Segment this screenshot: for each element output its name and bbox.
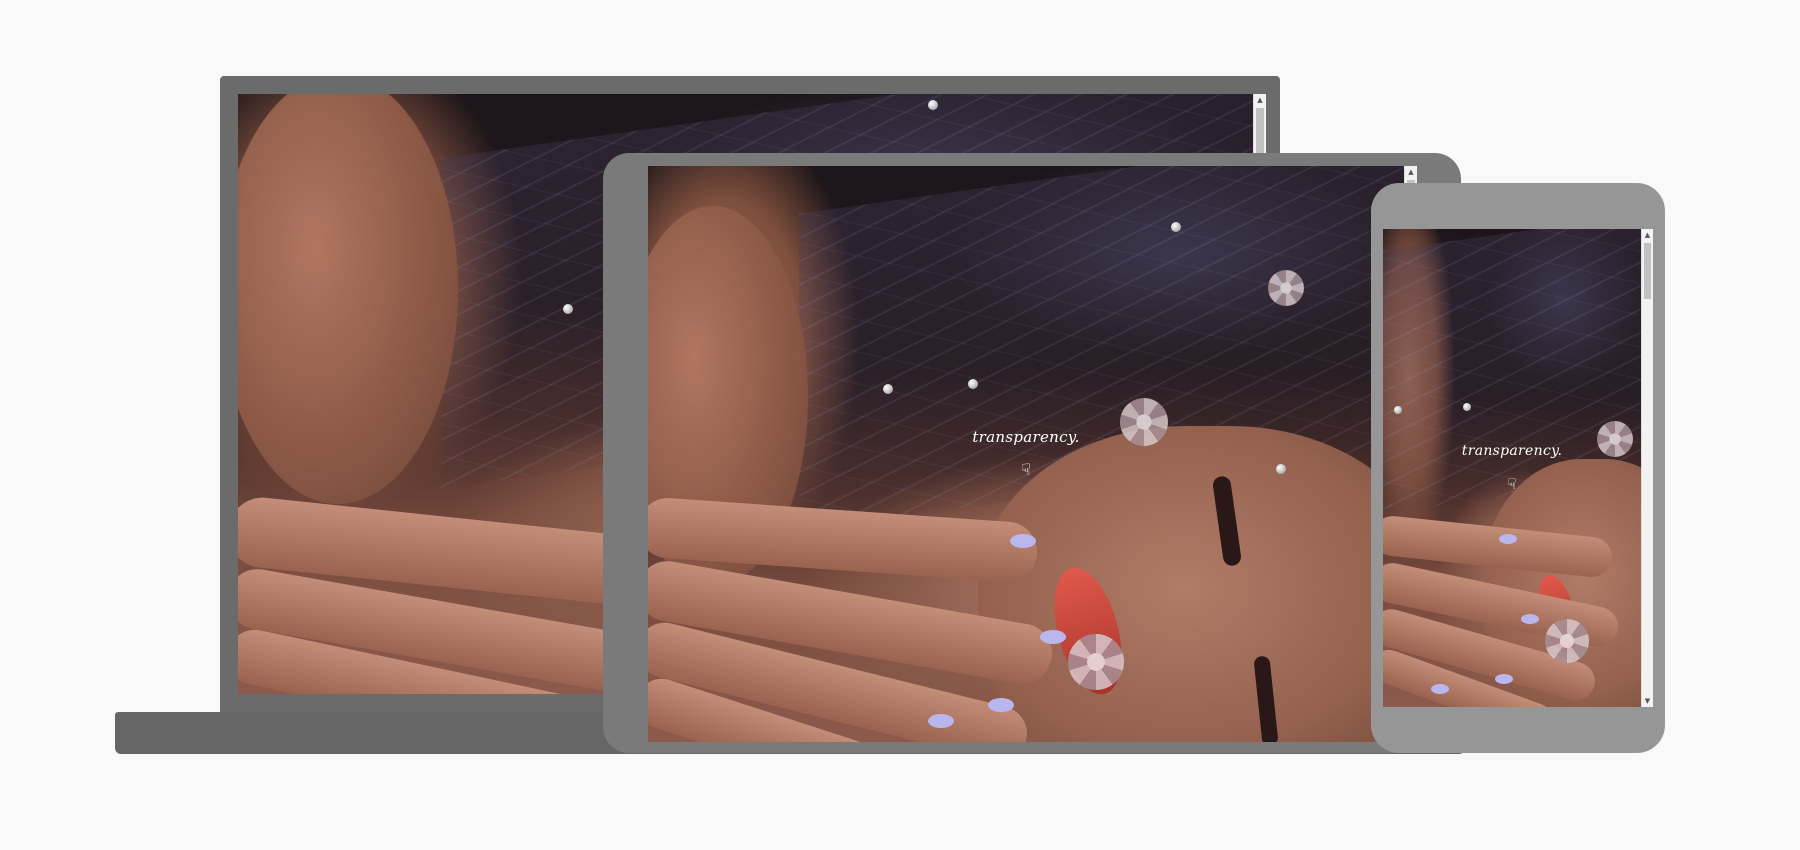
- fingernail: [1521, 614, 1539, 624]
- veil-flower: [1268, 270, 1304, 306]
- phone-screen-hero-image: transparency. ☟: [1383, 229, 1641, 707]
- phone-scrollbar[interactable]: ▲ ▼: [1641, 229, 1653, 707]
- fingernail: [1495, 674, 1513, 684]
- flower-ring: [1545, 619, 1589, 663]
- pearl: [1171, 222, 1181, 232]
- pearl: [928, 100, 938, 110]
- face: [978, 426, 1404, 742]
- pearl: [563, 304, 573, 314]
- pearl: [968, 379, 978, 389]
- fingernail: [1010, 534, 1036, 548]
- scroll-up-arrow[interactable]: ▲: [1642, 229, 1653, 241]
- shoulder: [238, 94, 458, 504]
- fingernail: [1040, 630, 1066, 644]
- tablet-screen-hero-image: transparency. ☟: [648, 166, 1404, 742]
- hand-pointing-down-icon[interactable]: ☟: [1500, 475, 1524, 493]
- site-tagline[interactable]: transparency.: [648, 428, 1404, 446]
- fingernail: [988, 698, 1014, 712]
- scroll-up-arrow[interactable]: ▲: [1254, 94, 1266, 106]
- flower-ring: [1068, 634, 1124, 690]
- pearl: [1394, 406, 1402, 414]
- pearl: [1276, 464, 1286, 474]
- fingernail: [928, 714, 954, 728]
- site-tagline[interactable]: transparency.: [1383, 443, 1641, 459]
- pearl: [1463, 403, 1471, 411]
- hand-pointing-down-icon[interactable]: ☟: [1014, 460, 1038, 479]
- fingernail: [1499, 534, 1517, 544]
- scroll-up-arrow[interactable]: ▲: [1405, 166, 1417, 178]
- scroll-down-arrow[interactable]: ▼: [1642, 695, 1653, 707]
- scroll-thumb[interactable]: [1644, 243, 1651, 299]
- fingernail: [1431, 684, 1449, 694]
- pearl: [883, 384, 893, 394]
